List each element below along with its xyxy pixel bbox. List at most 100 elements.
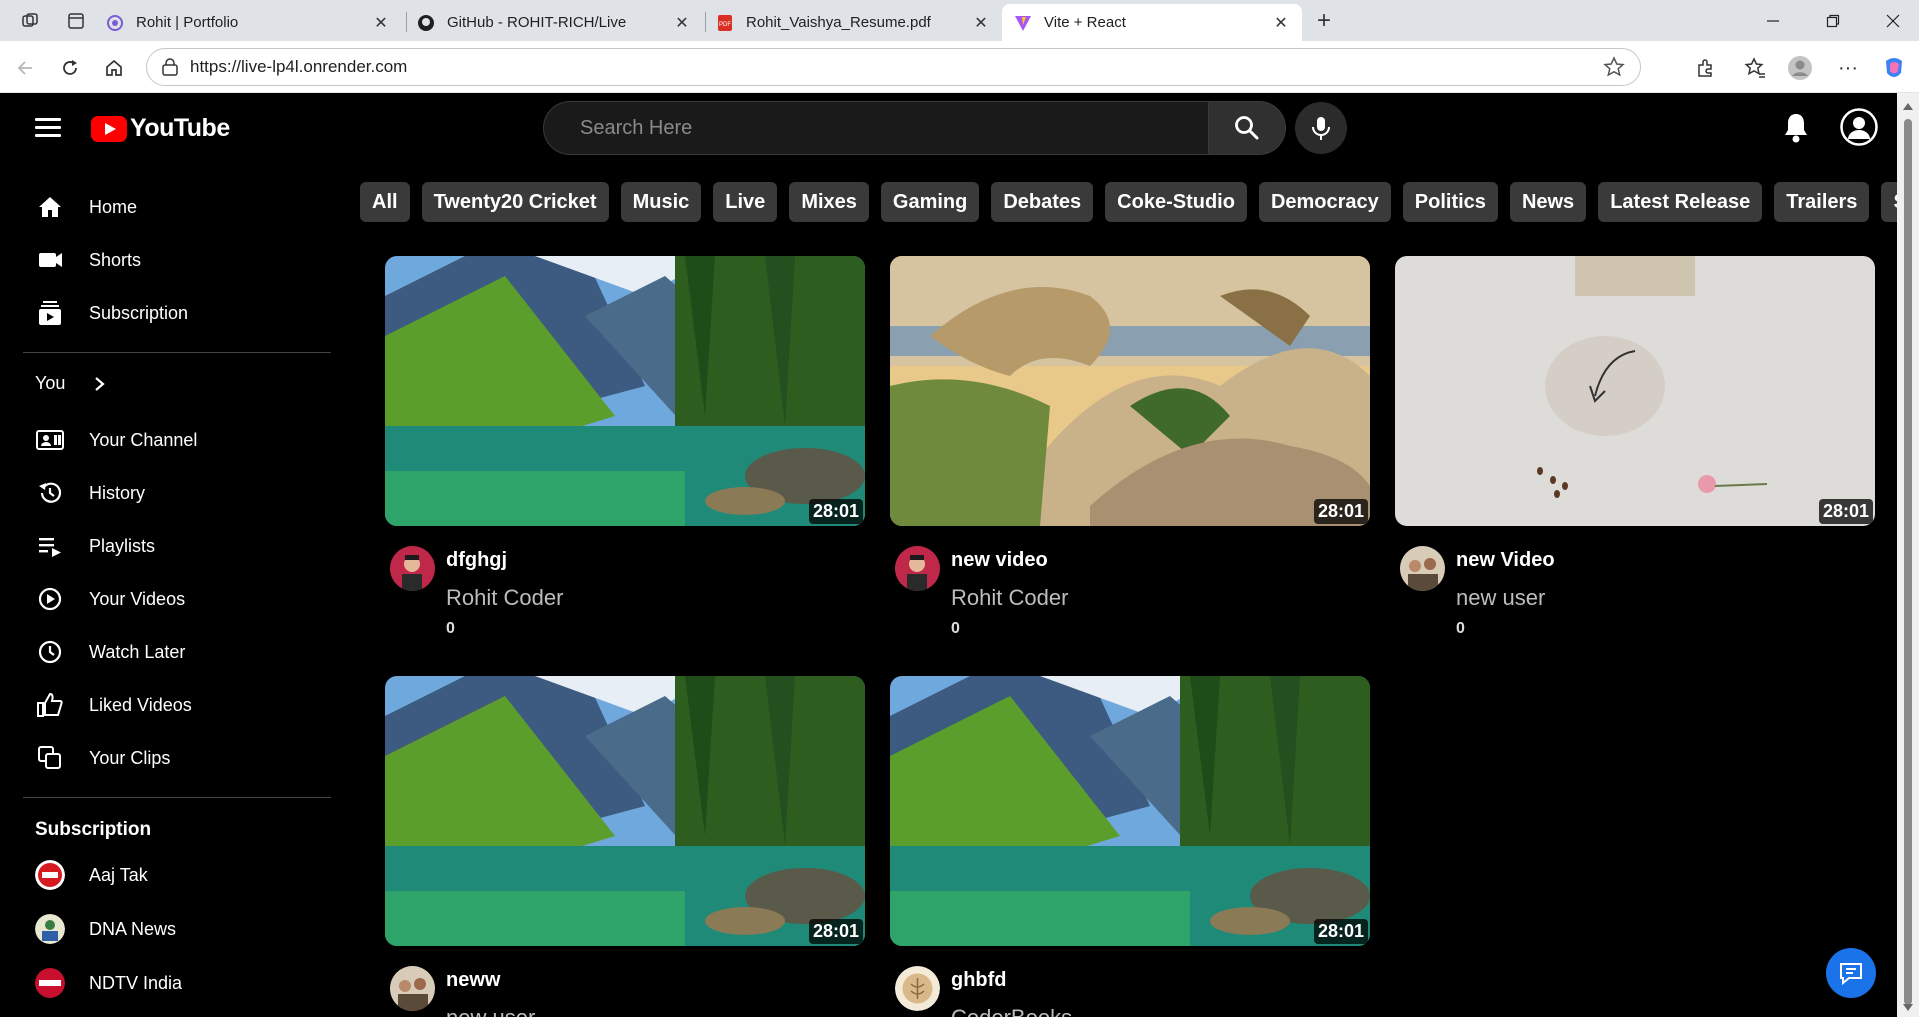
chip-trailers[interactable]: Trailers — [1774, 182, 1870, 222]
channel-avatar[interactable] — [895, 546, 940, 591]
chevron-right-icon — [95, 376, 106, 391]
video-card[interactable]: 28:01 new Video new user 0 — [1395, 256, 1875, 637]
sidebar-item-your-clips[interactable]: Your Clips — [35, 738, 170, 778]
account-avatar-icon[interactable] — [1840, 108, 1878, 146]
notification-bell-icon[interactable] — [1780, 111, 1812, 145]
chip-live[interactable]: Live — [713, 182, 778, 222]
video-title[interactable]: dfghgj — [446, 549, 507, 572]
favorites-icon[interactable] — [1741, 54, 1769, 82]
minimize-button[interactable] — [1746, 0, 1800, 41]
chip-music[interactable]: Music — [620, 182, 702, 222]
copilot-icon[interactable] — [1880, 54, 1908, 82]
more-menu-icon[interactable]: ··· — [1834, 54, 1862, 82]
chip-gaming[interactable]: Gaming — [880, 182, 980, 222]
ndtv-india-avatar — [35, 968, 65, 998]
sidebar-item-home[interactable]: Home — [35, 187, 137, 227]
chip-politics[interactable]: Politics — [1402, 182, 1498, 222]
browser-tab[interactable]: PDF Rohit_Vaishya_Resume.pdf ✕ — [704, 4, 1002, 41]
reload-icon[interactable] — [56, 54, 84, 82]
video-card[interactable]: 28:01 dfghgj Rohit Coder 0 — [385, 256, 865, 637]
close-icon[interactable]: ✕ — [673, 14, 691, 32]
sidebar-item-history[interactable]: History — [35, 473, 145, 513]
video-thumbnail[interactable]: 28:01 — [890, 256, 1370, 526]
menu-icon[interactable] — [35, 118, 61, 140]
channel-name[interactable]: new user — [1456, 585, 1545, 611]
video-card[interactable]: 28:01 ghbfd CoderBooks — [890, 676, 1370, 1017]
sidebar-item-subscription[interactable]: Subscription — [35, 293, 188, 333]
search-bar — [543, 101, 1286, 155]
video-thumbnail[interactable]: 28:01 — [385, 256, 865, 526]
vertical-tabs-icon[interactable] — [62, 8, 90, 34]
channel-name[interactable]: Rohit Coder — [446, 585, 563, 611]
video-title[interactable]: new video — [951, 549, 1048, 572]
chip-latest-release[interactable]: Latest Release — [1598, 182, 1763, 222]
view-count: 0 — [951, 620, 960, 637]
browser-tab-active[interactable]: Vite + React ✕ — [1002, 4, 1302, 41]
workspaces-icon[interactable] — [16, 8, 44, 34]
voice-search-button[interactable] — [1295, 102, 1347, 154]
channel-name[interactable]: CoderBooks — [951, 1005, 1072, 1017]
chip-coke-studio[interactable]: Coke-Studio — [1105, 182, 1247, 222]
channel-avatar[interactable] — [1400, 546, 1445, 591]
scroll-down-icon[interactable] — [1903, 1004, 1913, 1011]
chip-all[interactable]: All — [360, 182, 410, 222]
sidebar-item-liked-videos[interactable]: Liked Videos — [35, 685, 192, 725]
video-thumbnail[interactable]: 28:01 — [385, 676, 865, 946]
scrollbar-thumb[interactable] — [1904, 119, 1912, 1005]
chip-democracy[interactable]: Democracy — [1258, 182, 1391, 222]
channel-avatar[interactable] — [895, 966, 940, 1011]
site-info-icon[interactable] — [160, 57, 180, 77]
sidebar-item-playlists[interactable]: Playlists — [35, 526, 155, 566]
video-duration: 28:01 — [1818, 499, 1873, 524]
browser-tab[interactable]: Rohit | Portfolio ✕ — [94, 4, 402, 41]
close-icon[interactable]: ✕ — [1272, 14, 1290, 32]
page-scrollbar[interactable] — [1897, 93, 1919, 1017]
sidebar-item-your-channel[interactable]: Your Channel — [35, 420, 197, 460]
channel-avatar[interactable] — [390, 546, 435, 591]
close-icon[interactable]: ✕ — [372, 14, 390, 32]
address-bar[interactable]: https://live-lp4l.onrender.com — [146, 48, 1641, 86]
sidebar-you-section[interactable]: You — [35, 373, 107, 394]
video-title[interactable]: neww — [446, 969, 500, 992]
home-browser-icon[interactable] — [100, 54, 128, 82]
subscription-item-dna-news[interactable]: DNA News — [35, 909, 176, 949]
subscription-item-aaj-tak[interactable]: Aaj Tak — [35, 855, 148, 895]
video-thumbnail[interactable]: 28:01 — [1395, 256, 1875, 526]
browser-tab[interactable]: GitHub - ROHIT-RICH/Live ✕ — [405, 4, 703, 41]
chip-debates[interactable]: Debates — [991, 182, 1094, 222]
extensions-icon[interactable] — [1691, 54, 1719, 82]
sidebar-item-watch-later[interactable]: Watch Later — [35, 632, 185, 672]
chip-twenty20-cricket[interactable]: Twenty20 Cricket — [421, 182, 609, 222]
restore-button[interactable] — [1806, 0, 1860, 41]
search-input[interactable] — [543, 101, 1208, 155]
url-text[interactable]: https://live-lp4l.onrender.com — [190, 57, 1602, 77]
back-icon[interactable] — [12, 54, 40, 82]
video-title[interactable]: new Video — [1456, 549, 1555, 572]
you-label: You — [35, 373, 66, 393]
channel-avatar[interactable] — [390, 966, 435, 1011]
sidebar-item-your-videos[interactable]: Your Videos — [35, 579, 185, 619]
video-card[interactable]: 28:01 new video Rohit Coder 0 — [890, 256, 1370, 637]
subscription-item-ndtv-india[interactable]: NDTV India — [35, 963, 182, 1003]
sidebar-item-label: Home — [89, 196, 138, 217]
channel-name[interactable]: new user — [446, 1005, 535, 1017]
new-tab-button[interactable]: + — [1310, 7, 1338, 34]
search-button[interactable] — [1208, 101, 1286, 155]
scroll-up-icon[interactable] — [1903, 103, 1913, 110]
sidebar-item-shorts[interactable]: Shorts — [35, 240, 141, 280]
like-icon — [35, 690, 65, 720]
favorite-star-icon[interactable] — [1602, 55, 1626, 79]
channel-name[interactable]: Rohit Coder — [951, 585, 1068, 611]
sidebar-item-label: Your Videos — [89, 588, 186, 609]
profile-icon[interactable] — [1786, 54, 1814, 82]
video-card[interactable]: 28:01 neww new user — [385, 676, 865, 1017]
youtube-logo[interactable]: YouTube — [91, 114, 230, 143]
view-count: 0 — [1456, 620, 1465, 637]
chip-news[interactable]: News — [1509, 182, 1587, 222]
close-icon[interactable]: ✕ — [972, 14, 990, 32]
chip-mixes[interactable]: Mixes — [789, 182, 869, 222]
video-thumbnail[interactable]: 28:01 — [890, 676, 1370, 946]
video-title[interactable]: ghbfd — [951, 969, 1007, 992]
feedback-chat-button[interactable] — [1826, 948, 1876, 998]
close-window-button[interactable] — [1866, 0, 1919, 41]
